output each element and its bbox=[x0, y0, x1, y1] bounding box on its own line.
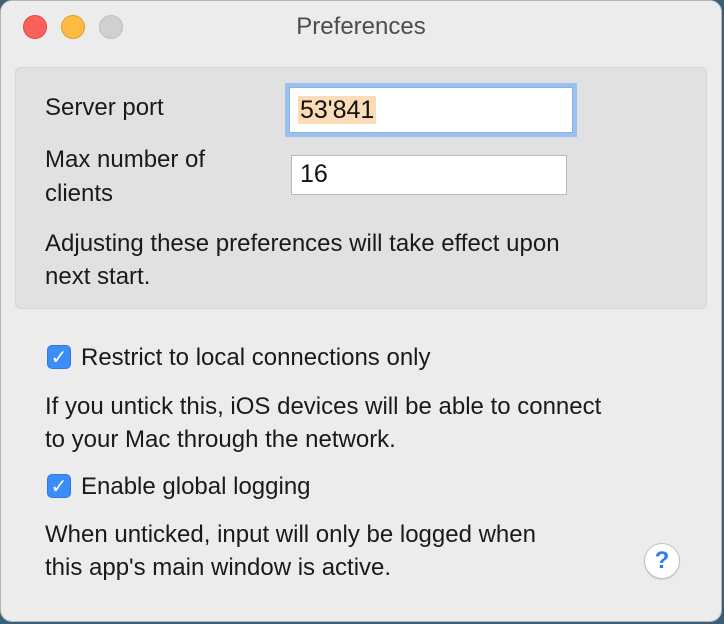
checkmark-icon: ✓ bbox=[50, 345, 68, 369]
restrict-desc-line2: to your Mac through the network. bbox=[45, 426, 396, 453]
max-clients-label-line2: clients bbox=[45, 180, 114, 207]
server-port-value: 53'841 bbox=[298, 96, 377, 124]
help-icon: ? bbox=[654, 547, 670, 574]
preferences-window: Preferences Server port 53'841 Max numbe… bbox=[0, 0, 722, 622]
help-button[interactable]: ? bbox=[644, 543, 680, 579]
restart-note-line2: next start. bbox=[45, 263, 151, 290]
title-bar[interactable]: Preferences bbox=[1, 1, 721, 55]
global-logging-checkbox[interactable]: ✓ bbox=[47, 474, 71, 498]
restart-note-line1: Adjusting these preferences will take ef… bbox=[45, 230, 560, 257]
max-clients-field[interactable]: 16 bbox=[291, 155, 567, 195]
logging-desc-line1: When unticked, input will only be logged… bbox=[45, 521, 536, 548]
window-title: Preferences bbox=[296, 13, 426, 40]
restrict-local-checkbox[interactable]: ✓ bbox=[47, 345, 71, 369]
server-port-label: Server port bbox=[45, 94, 164, 121]
server-port-field[interactable]: 53'841 bbox=[289, 87, 573, 133]
max-clients-label-line1: Max number of bbox=[45, 146, 206, 173]
restrict-desc-line1: If you untick this, iOS devices will be … bbox=[45, 393, 602, 420]
restrict-local-label[interactable]: Restrict to local connections only bbox=[81, 341, 431, 374]
logging-desc-line2: this app's main window is active. bbox=[45, 554, 392, 581]
global-logging-label[interactable]: Enable global logging bbox=[81, 470, 311, 503]
checkmark-icon: ✓ bbox=[50, 474, 68, 498]
